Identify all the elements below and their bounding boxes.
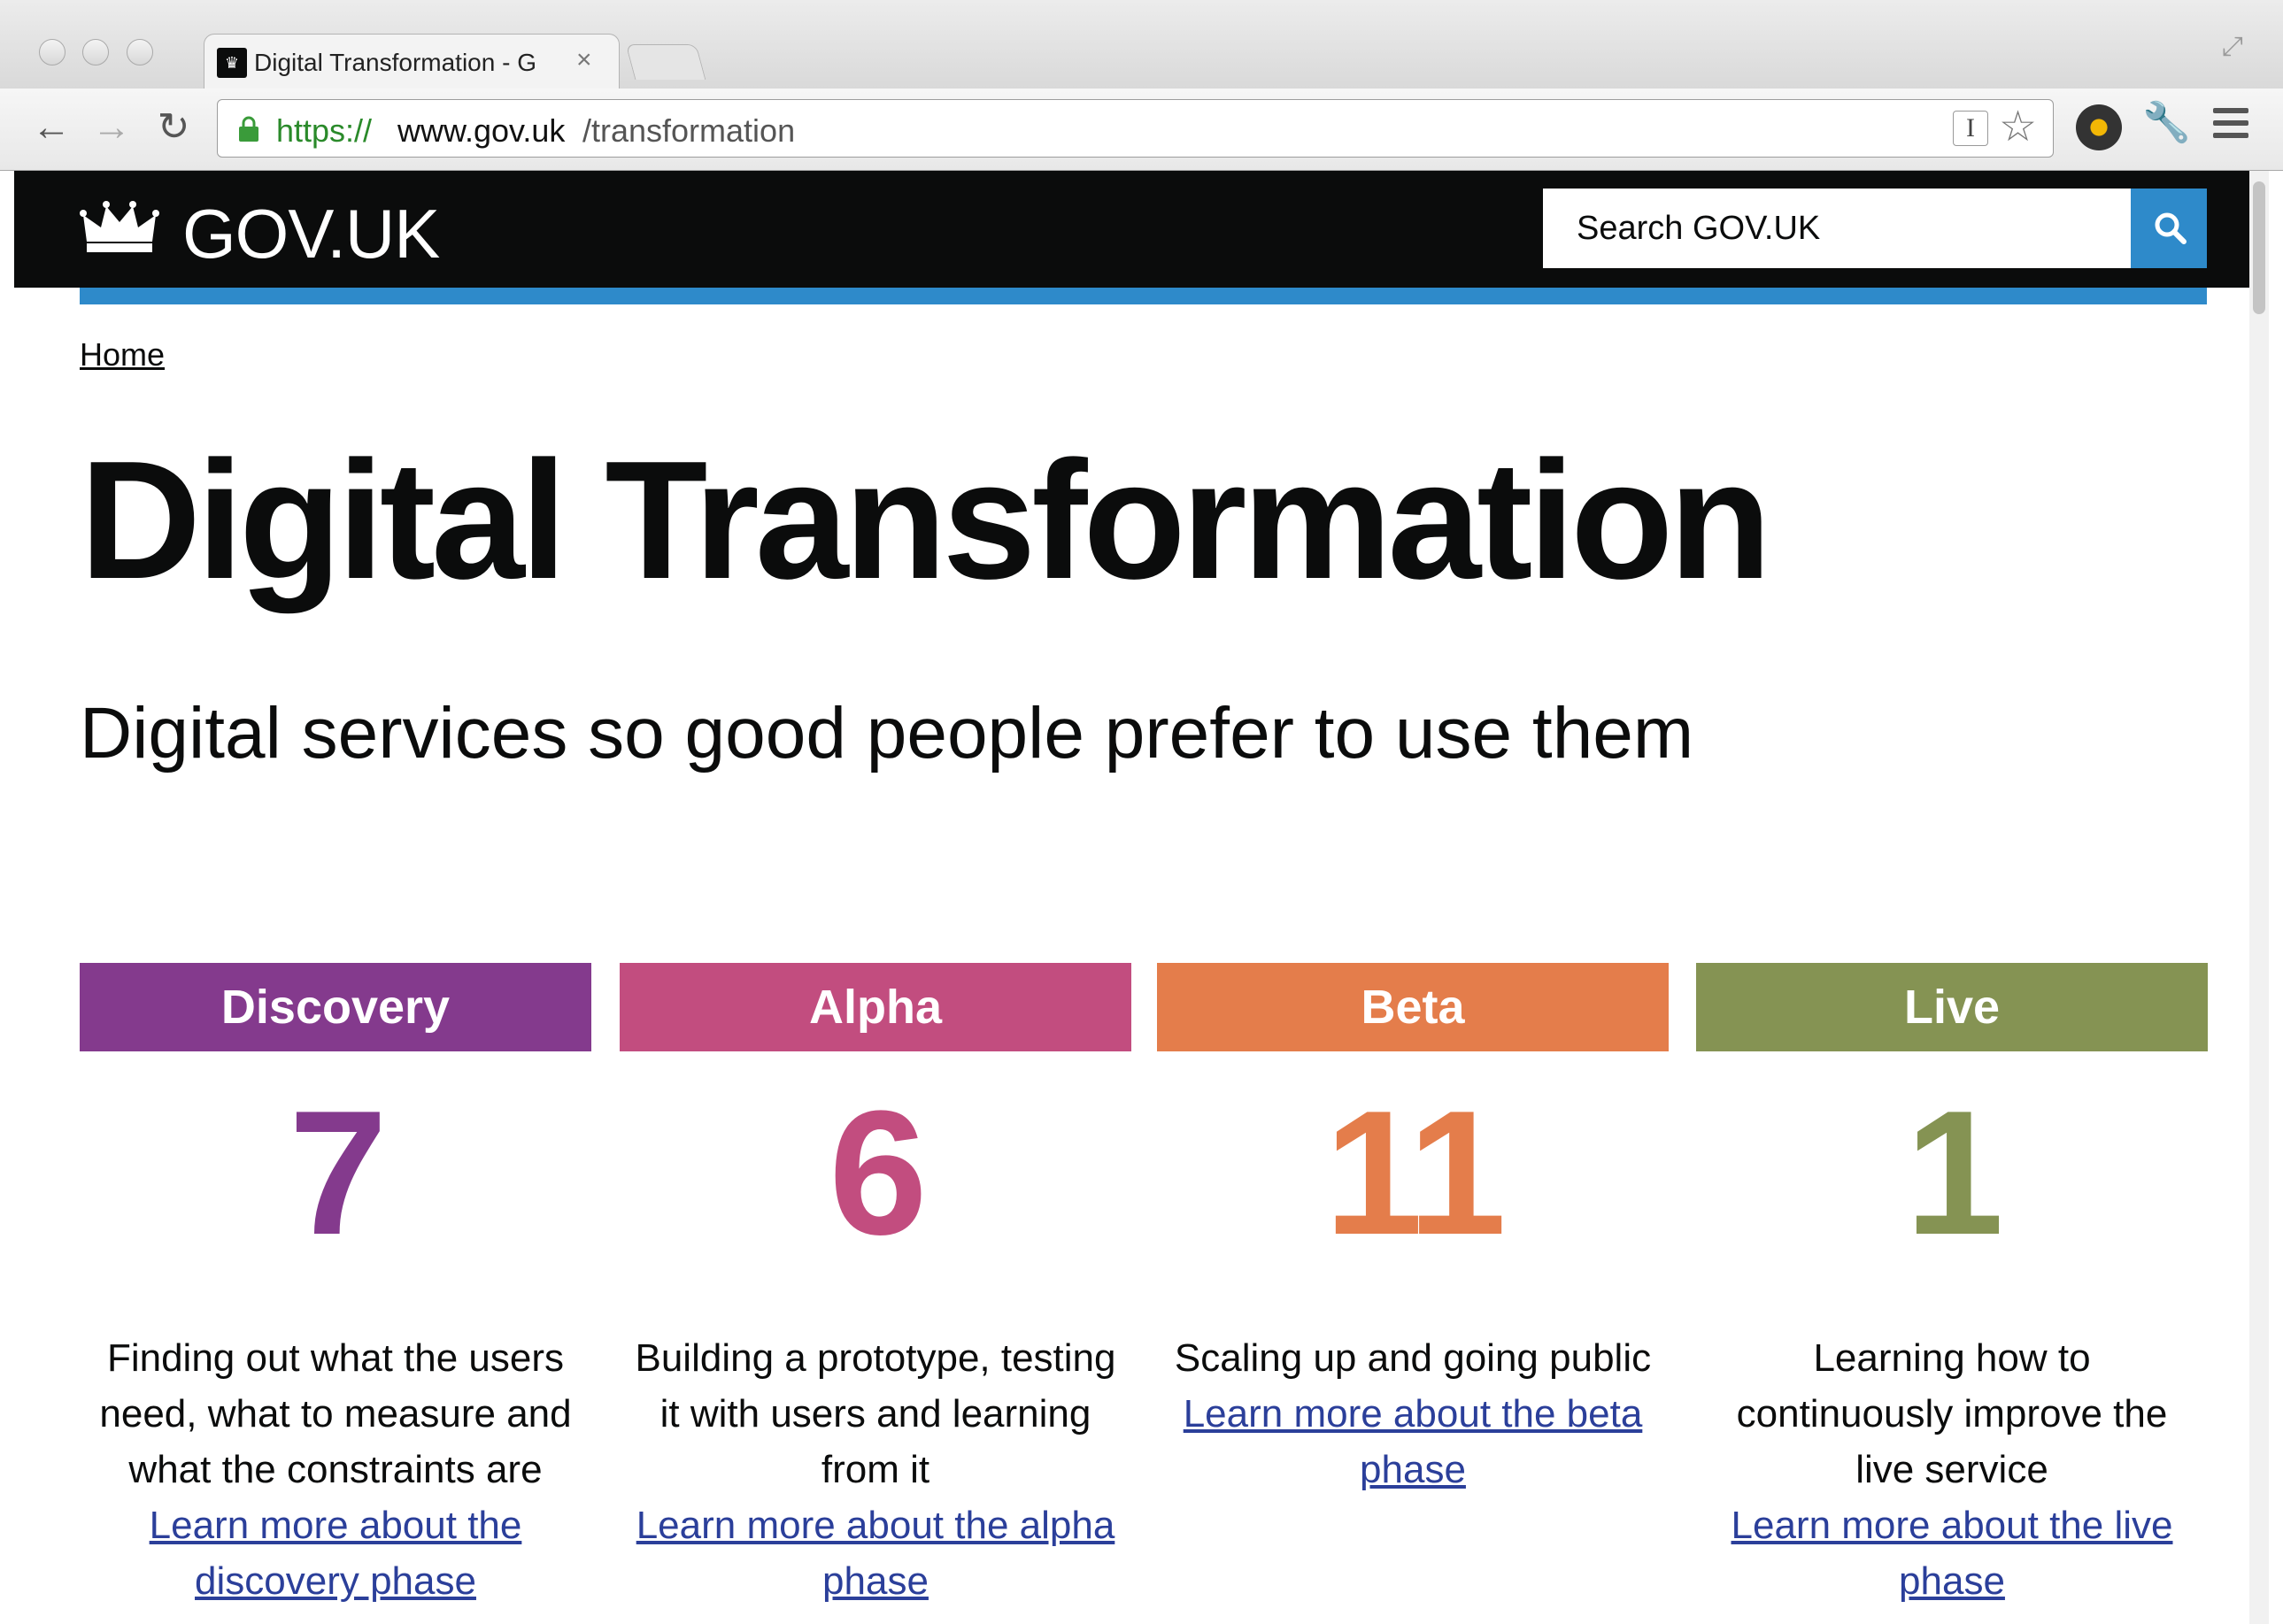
browser-window: ♛ Digital Transformation - G × ⤢ ← → ↻ h… (0, 0, 2283, 1624)
crown-favicon-icon: ♛ (217, 48, 247, 78)
page-viewport: GOV.UK Home Digital Transformation Digit… (14, 171, 2269, 1624)
phase-discovery: Discovery 7 Finding out what the users n… (80, 963, 591, 1609)
scrollbar-thumb[interactable] (2253, 181, 2265, 314)
reload-icon[interactable]: ↻ (149, 103, 198, 152)
phase-description-block: Building a prototype, testing it with us… (629, 1330, 1122, 1609)
title-bar: ♛ Digital Transformation - G × ⤢ (0, 0, 2283, 89)
fullscreen-icon[interactable]: ⤢ (2222, 32, 2243, 62)
learn-more-link[interactable]: Learn more about the alpha phase (636, 1504, 1115, 1603)
vertical-scrollbar[interactable] (2249, 171, 2269, 1624)
page-title: Digital Transformation (80, 427, 1771, 614)
header-accent-rule (80, 288, 2207, 304)
forward-arrow-icon[interactable]: → (87, 103, 136, 152)
bookmark-star-icon[interactable]: ☆ (1999, 105, 2037, 150)
url-scheme: https:// (276, 112, 373, 149)
phase-description-block: Finding out what the users need, what to… (89, 1330, 582, 1609)
phase-description-block: Scaling up and going public Learn more a… (1166, 1330, 1660, 1497)
menu-icon[interactable] (2213, 108, 2248, 142)
url-host: www.gov.uk (397, 112, 566, 149)
tab-close-icon[interactable]: × (576, 45, 592, 75)
search-button[interactable] (2131, 189, 2207, 268)
browser-tab[interactable]: ♛ Digital Transformation - G × (204, 34, 620, 89)
close-window-button[interactable] (39, 39, 66, 65)
breadcrumb-home-link[interactable]: Home (80, 336, 165, 373)
phase-description: Building a prototype, testing it with us… (635, 1336, 1116, 1491)
phase-heading: Discovery (80, 963, 591, 1051)
extension-icon[interactable] (2076, 104, 2122, 150)
site-name[interactable]: GOV.UK (182, 194, 440, 274)
learn-more-link[interactable]: Learn more about the discovery phase (150, 1504, 522, 1603)
phase-description-block: Learning how to continuously improve the… (1705, 1330, 2199, 1609)
phase-description: Scaling up and going public (1174, 1336, 1652, 1380)
search-input[interactable] (1543, 189, 2127, 268)
minimize-window-button[interactable] (82, 39, 109, 65)
phase-live: Live 1 Learning how to continuously impr… (1696, 963, 2208, 1609)
phase-count: 6 (829, 1074, 927, 1272)
back-arrow-icon[interactable]: ← (27, 103, 76, 152)
browser-toolbar: ← → ↻ https:// www.gov.uk /transformatio… (0, 89, 2283, 171)
site-header: GOV.UK (14, 171, 2249, 288)
phase-heading: Alpha (620, 963, 1131, 1051)
address-bar[interactable]: https:// www.gov.uk /transformation I ☆ (217, 99, 2054, 158)
new-tab-button[interactable] (625, 44, 706, 80)
phase-description: Finding out what the users need, what to… (99, 1336, 572, 1491)
lock-icon (239, 116, 258, 142)
tab-title: Digital Transformation - G (254, 49, 536, 76)
url-path: /transformation (582, 112, 796, 149)
crown-logo-icon[interactable] (80, 199, 159, 261)
zoom-window-button[interactable] (127, 39, 153, 65)
phase-heading: Beta (1157, 963, 1669, 1051)
search-icon (2155, 212, 2187, 244)
learn-more-link[interactable]: Learn more about the beta phase (1184, 1392, 1643, 1491)
phase-count: 11 (1324, 1074, 1506, 1272)
phase-heading: Live (1696, 963, 2208, 1051)
page-lede: Digital services so good people prefer t… (80, 693, 1694, 774)
phase-beta: Beta 11 Scaling up and going public Lear… (1157, 963, 1669, 1497)
phase-count: 7 (289, 1074, 387, 1272)
phase-count: 1 (1905, 1074, 2003, 1272)
text-cursor-icon[interactable]: I (1953, 111, 1988, 146)
search-box (1543, 189, 2145, 268)
phase-alpha: Alpha 6 Building a prototype, testing it… (620, 963, 1131, 1609)
wrench-icon[interactable]: 🔧 (2142, 99, 2191, 145)
learn-more-link[interactable]: Learn more about the live phase (1732, 1504, 2173, 1603)
phase-description: Learning how to continuously improve the… (1736, 1336, 2168, 1491)
